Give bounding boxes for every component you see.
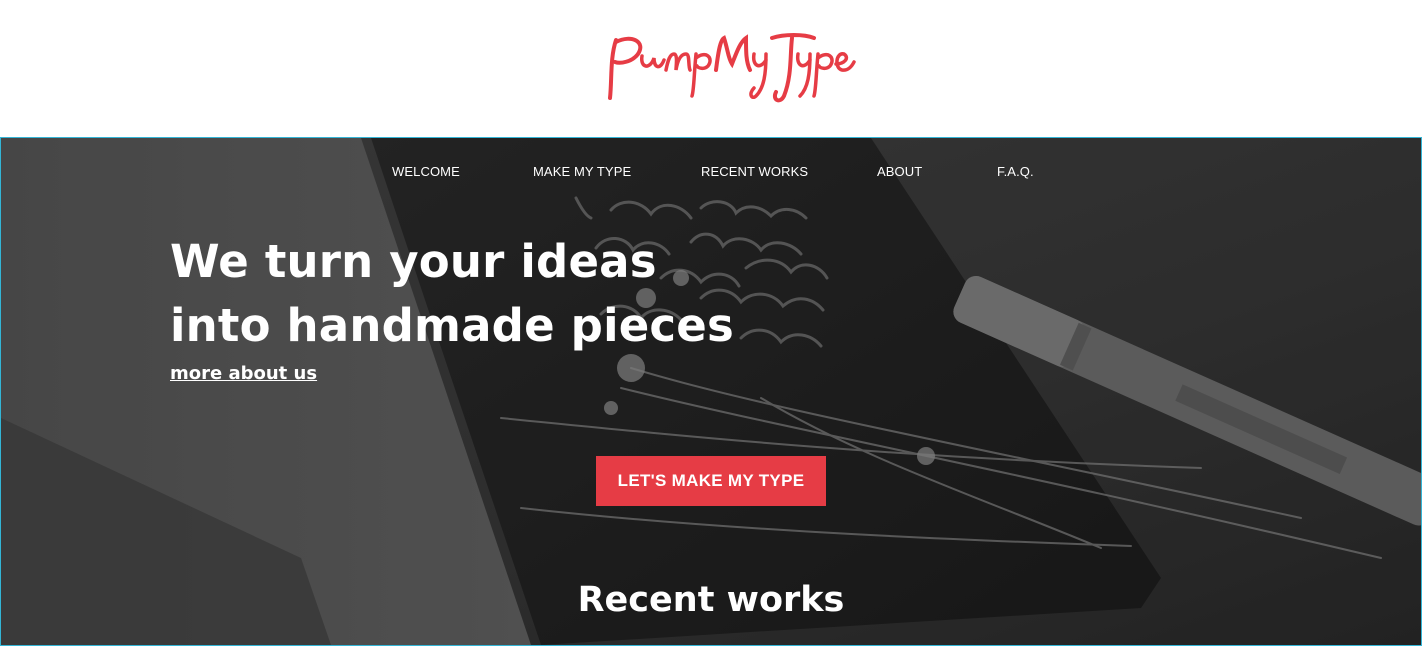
page: WELCOME MAKE MY TYPE RECENT WORKS ABOUT … [0, 0, 1422, 646]
main-nav: WELCOME MAKE MY TYPE RECENT WORKS ABOUT … [1, 164, 1421, 184]
nav-item-recent-works[interactable]: RECENT WORKS [701, 164, 808, 179]
lets-make-my-type-button[interactable]: LET'S MAKE MY TYPE [596, 456, 826, 506]
brand-logo[interactable] [560, 24, 860, 104]
nav-item-faq[interactable]: F.A.Q. [997, 164, 1034, 179]
hero-background-image [1, 138, 1421, 645]
hero-headline: We turn your ideas into handmade pieces [170, 230, 734, 358]
nav-item-welcome[interactable]: WELCOME [392, 164, 460, 179]
site-header [0, 0, 1422, 137]
hero-section: WELCOME MAKE MY TYPE RECENT WORKS ABOUT … [0, 137, 1422, 646]
nav-item-about[interactable]: ABOUT [877, 164, 922, 179]
recent-works-heading: Recent works [577, 580, 845, 620]
more-about-us-link[interactable]: more about us [170, 363, 317, 384]
nav-item-make-my-type[interactable]: MAKE MY TYPE [533, 164, 631, 179]
hero-headline-line-2: into handmade pieces [170, 299, 734, 352]
hero-headline-line-1: We turn your ideas [170, 235, 657, 288]
